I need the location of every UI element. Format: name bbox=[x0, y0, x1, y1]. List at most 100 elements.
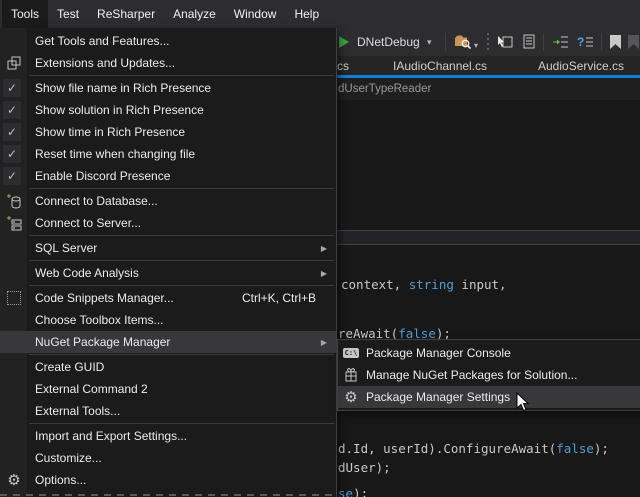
menu-item-options[interactable]: ⚙ Options... bbox=[0, 469, 336, 491]
menu-item-label: Connect to Server... bbox=[35, 216, 141, 230]
menu-item-choose-toolbox-items[interactable]: Choose Toolbox Items... bbox=[0, 309, 336, 331]
menu-item-label: Get Tools and Features... bbox=[35, 34, 170, 48]
menu-item-web-code-analysis[interactable]: Web Code Analysis ▶ bbox=[0, 262, 336, 284]
checkmark-icon: ✓ bbox=[3, 79, 21, 97]
code-line: dUser); bbox=[338, 460, 391, 475]
menu-item-package-manager-settings[interactable]: ⚙ Package Manager Settings bbox=[338, 386, 640, 408]
code-segment: input, bbox=[454, 277, 507, 292]
run-icon[interactable] bbox=[339, 36, 349, 48]
menu-item-label: Customize... bbox=[35, 451, 102, 465]
menu-item-label: Choose Toolbox Items... bbox=[35, 313, 164, 327]
menu-separator bbox=[29, 260, 334, 261]
connect-server-icon bbox=[4, 213, 24, 233]
menu-item-sql-server[interactable]: SQL Server▶ bbox=[0, 237, 336, 259]
menu-item-get-tools-and-features[interactable]: Get Tools and Features... bbox=[0, 30, 336, 52]
go-to-icon[interactable] bbox=[496, 33, 514, 51]
snippets-icon bbox=[4, 288, 24, 308]
indent-icon[interactable] bbox=[552, 33, 570, 51]
svg-text:?: ? bbox=[577, 35, 584, 49]
menu-item-manage-nuget-packages-for-solution[interactable]: Manage NuGet Packages for Solution... bbox=[338, 364, 640, 386]
menu-item-label: Extensions and Updates... bbox=[35, 56, 175, 70]
checkmark-icon: ✓ bbox=[3, 145, 21, 163]
code-segment: dUser); bbox=[338, 460, 391, 475]
gear-icon: ⚙ bbox=[341, 387, 361, 407]
menu-item-label: Web Code Analysis bbox=[35, 266, 139, 280]
menu-item-reset-time-when-changing-file[interactable]: ✓Reset time when changing file bbox=[0, 143, 336, 165]
code-segment: ); bbox=[353, 486, 368, 497]
menubar-item-window[interactable]: Window bbox=[225, 0, 286, 28]
menu-item-enable-discord-presence[interactable]: ✓ Enable Discord Presence bbox=[0, 165, 336, 187]
menu-item-connect-to-server[interactable]: Connect to Server... bbox=[0, 212, 336, 234]
menu-item-create-guid[interactable]: Create GUID bbox=[0, 356, 336, 378]
menu-bottom-dashes bbox=[0, 494, 336, 496]
menubar-item-tools[interactable]: Tools bbox=[2, 0, 48, 28]
menu-separator bbox=[29, 285, 334, 286]
menubar-item-analyze[interactable]: Analyze bbox=[164, 0, 225, 28]
extensions-icon bbox=[4, 53, 24, 73]
toolbar-separator bbox=[543, 33, 544, 51]
visual-studio-window: ToolsTestReSharperAnalyzeWindowHelp DNet… bbox=[0, 0, 640, 497]
bookmark-disabled-icon[interactable] bbox=[628, 35, 639, 49]
tab-iaudiochannel[interactable]: IAudioChannel.cs bbox=[393, 56, 487, 75]
nuget-package-manager-submenu: C:\ Package Manager Console Manage NuGet P… bbox=[337, 339, 640, 411]
menu-item-label: External Tools... bbox=[35, 404, 120, 418]
menu-item-nuget-package-manager[interactable]: NuGet Package Manager ▶ bbox=[0, 331, 336, 353]
menu-item-label: Manage NuGet Packages for Solution... bbox=[366, 368, 577, 382]
gear-icon: ⚙ bbox=[4, 470, 24, 490]
checkmark-icon: ✓ bbox=[3, 123, 21, 141]
menu-item-label: Show file name in Rich Presence bbox=[35, 81, 211, 95]
code-segment: context, bbox=[341, 277, 409, 292]
menu-item-extensions-and-updates[interactable]: Extensions and Updates... bbox=[0, 52, 336, 74]
tools-menu: Get Tools and Features... Extensions and … bbox=[0, 28, 337, 497]
menu-item-connect-to-database[interactable]: Connect to Database... bbox=[0, 190, 336, 212]
menubar-item-resharper[interactable]: ReSharper bbox=[88, 0, 164, 28]
toolbar-separator bbox=[601, 33, 602, 51]
menu-item-show-time-in-rich-presence[interactable]: ✓Show time in Rich Presence bbox=[0, 121, 336, 143]
mouse-cursor bbox=[516, 392, 530, 417]
menu-item-label: Options... bbox=[35, 473, 86, 487]
menu-item-label: Import and Export Settings... bbox=[35, 429, 187, 443]
code-segment: false bbox=[556, 441, 594, 456]
menu-item-label: Connect to Database... bbox=[35, 194, 158, 208]
code-line: d.Id, userId).ConfigureAwait(false); bbox=[338, 441, 609, 456]
checkmark-icon: ✓ bbox=[3, 167, 21, 185]
document-lines-icon[interactable] bbox=[520, 33, 538, 51]
run-config-chevron-icon[interactable]: ▾ bbox=[427, 37, 432, 48]
menu-item-shortcut: Ctrl+K, Ctrl+B bbox=[242, 291, 316, 305]
menu-item-label: NuGet Package Manager bbox=[35, 335, 170, 349]
menu-item-label: Package Manager Console bbox=[366, 346, 511, 360]
submenu-arrow-icon: ▶ bbox=[321, 269, 327, 278]
menu-item-customize[interactable]: Customize... bbox=[0, 447, 336, 469]
question-lines-icon[interactable]: ? bbox=[576, 33, 594, 51]
run-config-dropdown[interactable]: DNetDebug bbox=[357, 35, 420, 49]
menu-item-import-and-export-settings[interactable]: Import and Export Settings... bbox=[0, 425, 336, 447]
submenu-arrow-icon: ▶ bbox=[321, 244, 327, 253]
menu-separator bbox=[29, 235, 334, 236]
tab-partial[interactable]: cs bbox=[337, 56, 349, 75]
menu-item-show-solution-in-rich-presence[interactable]: ✓Show solution in Rich Presence bbox=[0, 99, 336, 121]
toolbar-separator bbox=[445, 33, 446, 51]
navigation-type-name[interactable]: dUserTypeReader bbox=[338, 83, 431, 95]
bookmark-icon[interactable] bbox=[610, 35, 621, 49]
console-icon: C:\ bbox=[341, 343, 361, 363]
menu-item-code-snippets-manager[interactable]: Code Snippets Manager...Ctrl+K, Ctrl+B bbox=[0, 287, 336, 309]
menu-separator bbox=[29, 75, 334, 76]
menu-item-show-file-name-in-rich-presence[interactable]: ✓ Show file name in Rich Presence bbox=[0, 77, 336, 99]
menubar-item-help[interactable]: Help bbox=[285, 0, 328, 28]
menu-item-external-command-2[interactable]: External Command 2 bbox=[0, 378, 336, 400]
submenu-arrow-icon: ▶ bbox=[321, 338, 327, 347]
menubar-item-test[interactable]: Test bbox=[48, 0, 88, 28]
menu-separator bbox=[29, 354, 334, 355]
code-segment: se bbox=[338, 486, 353, 497]
find-in-files-icon[interactable] bbox=[454, 33, 472, 51]
menu-item-label: Package Manager Settings bbox=[366, 390, 510, 404]
menu-separator bbox=[29, 423, 334, 424]
find-chevron-icon[interactable]: ▾ bbox=[474, 41, 478, 50]
tab-audioservice[interactable]: AudioService.cs bbox=[538, 56, 624, 75]
menu-item-label: Enable Discord Presence bbox=[35, 169, 170, 183]
menu-bar: ToolsTestReSharperAnalyzeWindowHelp bbox=[0, 0, 640, 28]
menu-item-label: Show solution in Rich Presence bbox=[35, 103, 204, 117]
nuget-icon bbox=[341, 365, 361, 385]
menu-item-package-manager-console[interactable]: C:\ Package Manager Console bbox=[338, 342, 640, 364]
menu-item-external-tools[interactable]: External Tools... bbox=[0, 400, 336, 422]
